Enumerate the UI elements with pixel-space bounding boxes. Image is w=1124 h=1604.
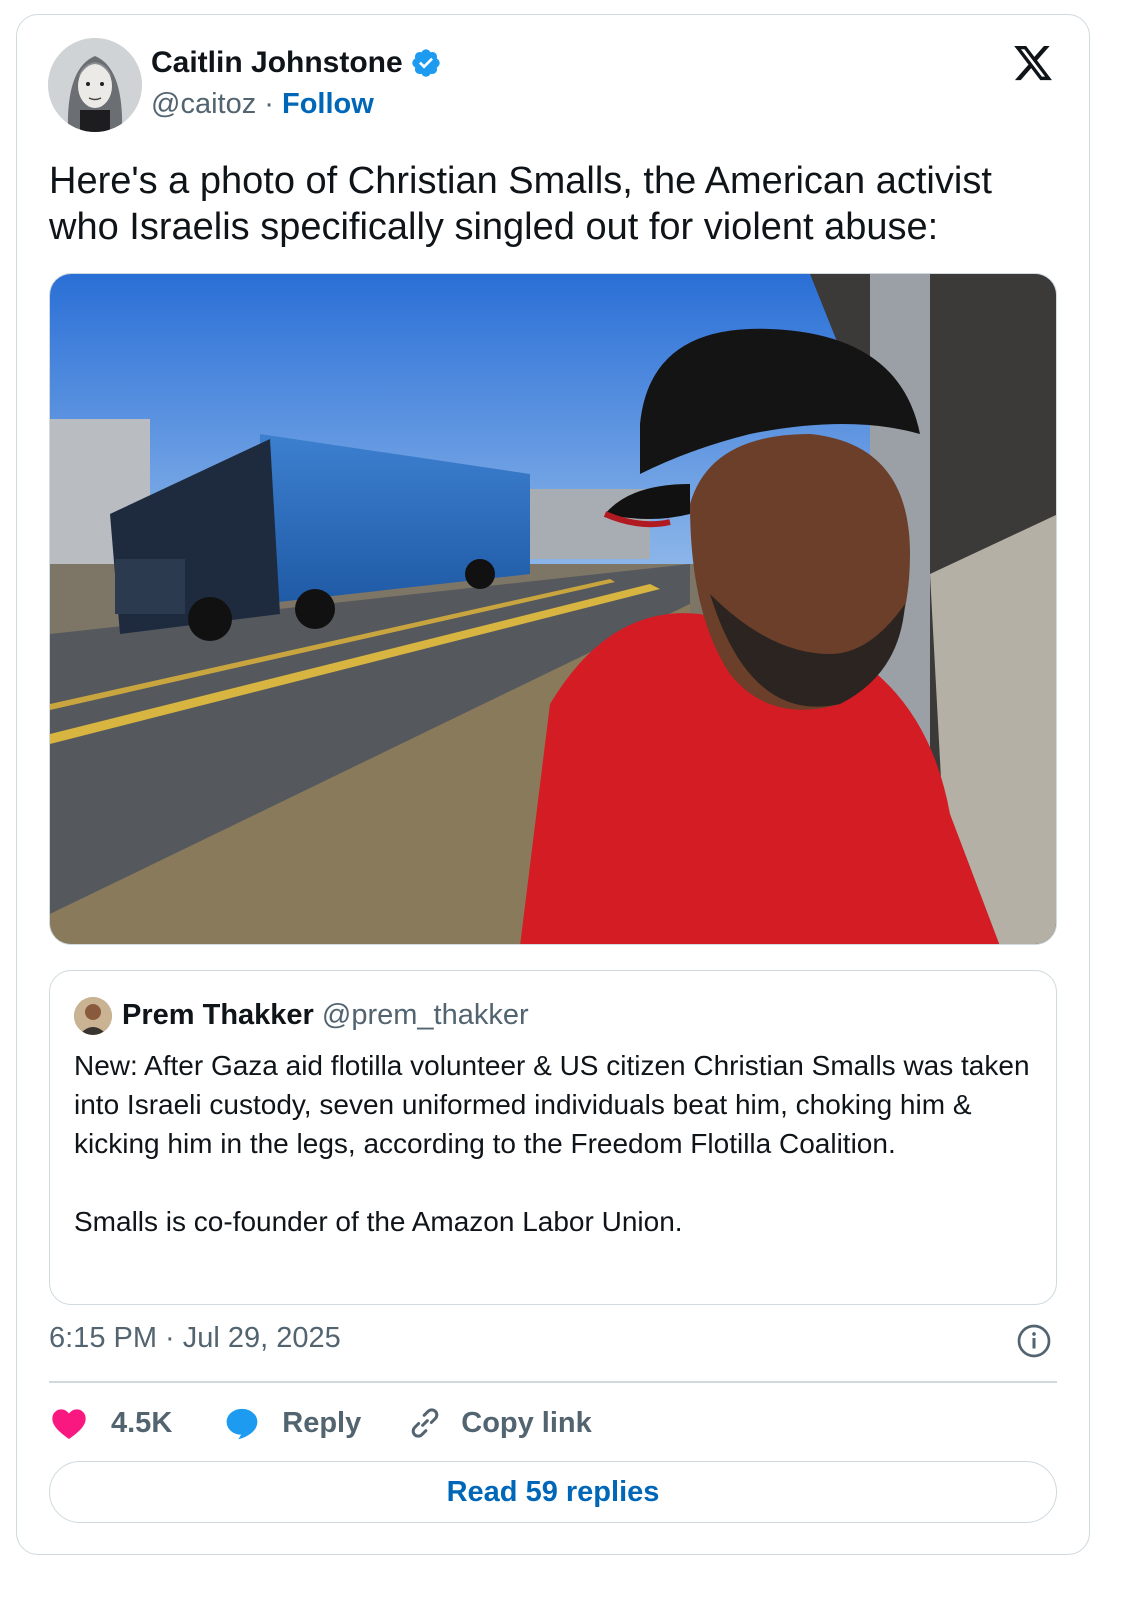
tweet-timestamp[interactable]: 6:15 PM · Jul 29, 2025 bbox=[49, 1322, 341, 1355]
heart-icon bbox=[52, 1409, 86, 1439]
quoted-author-name[interactable]: Prem Thakker bbox=[122, 999, 314, 1031]
separator: · bbox=[256, 88, 282, 120]
reply-bubble-icon bbox=[226, 1408, 258, 1440]
x-logo-icon[interactable] bbox=[1011, 42, 1055, 84]
author-name-row[interactable]: Caitlin Johnstone bbox=[151, 46, 442, 80]
author-handle-row: @caitoz · Follow bbox=[151, 88, 374, 121]
action-bar: 4.5K Reply Copy link bbox=[49, 1398, 592, 1448]
copy-link-label: Copy link bbox=[461, 1406, 592, 1439]
info-icon[interactable] bbox=[1016, 1323, 1052, 1359]
reply-button[interactable]: Reply bbox=[222, 1403, 361, 1443]
tweet-photo[interactable] bbox=[49, 273, 1057, 945]
verified-badge-icon bbox=[412, 49, 440, 77]
author-handle[interactable]: @caitoz bbox=[151, 88, 256, 120]
copy-link-button[interactable]: Copy link bbox=[405, 1403, 592, 1443]
author-avatar[interactable] bbox=[48, 38, 142, 132]
quoted-author-handle[interactable]: @prem_thakker bbox=[322, 999, 529, 1031]
read-replies-label: Read 59 replies bbox=[446, 1475, 660, 1508]
quoted-tweet[interactable]: Prem Thakker @prem_thakker New: After Ga… bbox=[49, 970, 1057, 1305]
like-count: 4.5K bbox=[111, 1406, 173, 1439]
follow-button[interactable]: Follow bbox=[282, 88, 374, 120]
reply-label: Reply bbox=[282, 1406, 362, 1439]
link-icon bbox=[411, 1408, 439, 1438]
read-replies-button[interactable]: Read 59 replies bbox=[49, 1461, 1057, 1523]
tweet-text: Here's a photo of Christian Smalls, the … bbox=[49, 160, 992, 248]
quoted-author-avatar[interactable] bbox=[74, 997, 112, 1035]
quoted-header: Prem Thakker @prem_thakker bbox=[122, 999, 529, 1032]
like-button[interactable]: 4.5K bbox=[49, 1403, 172, 1443]
author-name[interactable]: Caitlin Johnstone bbox=[151, 46, 403, 80]
quoted-tweet-text: New: After Gaza aid flotilla volunteer &… bbox=[74, 1050, 1030, 1237]
divider bbox=[49, 1381, 1057, 1383]
